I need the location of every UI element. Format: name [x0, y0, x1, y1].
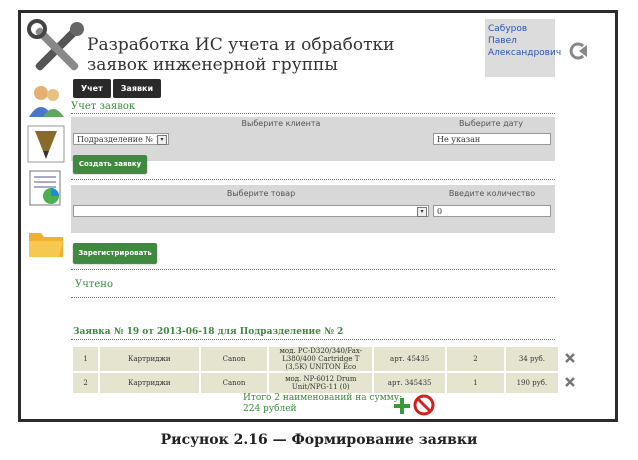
goods-label: Выберите товар [226, 189, 296, 198]
figure-caption: Рисунок 2.16 — Формирование заявки [160, 432, 478, 448]
order-total: Итого 2 наименований на сумму: 224 рубле… [243, 393, 402, 415]
user-name: Павел [488, 36, 517, 46]
divider [71, 269, 555, 270]
row-type: Картриджи [100, 347, 199, 371]
divider [71, 339, 555, 340]
user-patronymic: Александрович [488, 48, 562, 58]
tab-accounting[interactable]: Учет [73, 79, 111, 98]
client-select-value: Подразделение № 1 [77, 135, 161, 144]
user-surname: Сабуров [488, 24, 528, 34]
total-sum: 224 рублей [243, 404, 297, 414]
logout-icon[interactable] [569, 41, 589, 61]
row-number: 1 [73, 347, 99, 371]
delete-icon[interactable] [564, 377, 575, 387]
total-text: Итого 2 наименований на сумму: [243, 393, 403, 403]
section-title: Учет заявок [71, 101, 555, 114]
goods-select[interactable]: ▾ [73, 205, 429, 217]
app-title: Разработка ИС учета и обработки заявок и… [87, 35, 395, 75]
row-number: 2 [73, 373, 99, 393]
date-label: Выберите дату [459, 119, 523, 128]
folder-icon[interactable] [27, 223, 65, 261]
delete-cell [560, 347, 579, 371]
client-select[interactable]: Подразделение № 1 ▾ [73, 133, 169, 145]
users-icon[interactable] [27, 81, 65, 119]
tab-requests[interactable]: Заявки [112, 79, 162, 98]
order-heading: Заявка № 19 от 2013-06-18 для Подразделе… [73, 327, 344, 337]
row-qty: 1 [447, 373, 504, 393]
qty-input[interactable]: 0 [433, 205, 551, 217]
row-brand: Canon [200, 347, 268, 371]
order-table: 1 Картриджи Canon мод. PC-D320/340/Fax-L… [71, 345, 581, 395]
row-model: мод. PC-D320/340/Fax-L380/400 Cartridge … [269, 347, 373, 371]
chevron-down-icon: ▾ [157, 135, 167, 145]
row-brand: Canon [200, 373, 268, 393]
chevron-down-icon: ▾ [417, 207, 427, 217]
delete-cell [560, 373, 579, 393]
row-article: арт. 45435 [374, 347, 446, 371]
top-tabs: Учет Заявки [73, 79, 162, 98]
row-article: арт. 345435 [374, 373, 446, 393]
row-price: 34 руб. [505, 347, 559, 371]
report-icon[interactable] [27, 169, 65, 207]
divider [71, 179, 555, 180]
add-icon[interactable] [393, 397, 411, 415]
row-type: Картриджи [100, 373, 199, 393]
date-input[interactable]: Не указан [433, 133, 551, 145]
qty-label: Введите количество [448, 189, 536, 198]
cancel-icon[interactable] [413, 394, 435, 416]
create-request-button[interactable]: Создать заявку [73, 155, 147, 173]
client-label: Выберите клиента [241, 119, 321, 128]
row-model: мод. NP-6012 Drum Unit/NPG-11 (0) [269, 373, 373, 393]
main-content: Учет заявок Выберите клиента Выберите да… [71, 101, 579, 416]
delete-icon[interactable] [564, 353, 575, 363]
table-row: 1 Картриджи Canon мод. PC-D320/340/Fax-L… [73, 347, 579, 371]
divider [71, 297, 555, 298]
app-window: Разработка ИС учета и обработки заявок и… [18, 10, 618, 422]
register-button[interactable]: Зарегистрировать [73, 243, 157, 263]
tools-icon [27, 19, 84, 71]
user-info[interactable]: Сабуров Павел Александрович [485, 19, 562, 77]
pen-icon[interactable] [27, 125, 65, 163]
table-row: 2 Картриджи Canon мод. NP-6012 Drum Unit… [73, 373, 579, 393]
accounted-heading: Учтено [75, 279, 113, 290]
row-qty: 2 [447, 347, 504, 371]
row-price: 190 руб. [505, 373, 559, 393]
